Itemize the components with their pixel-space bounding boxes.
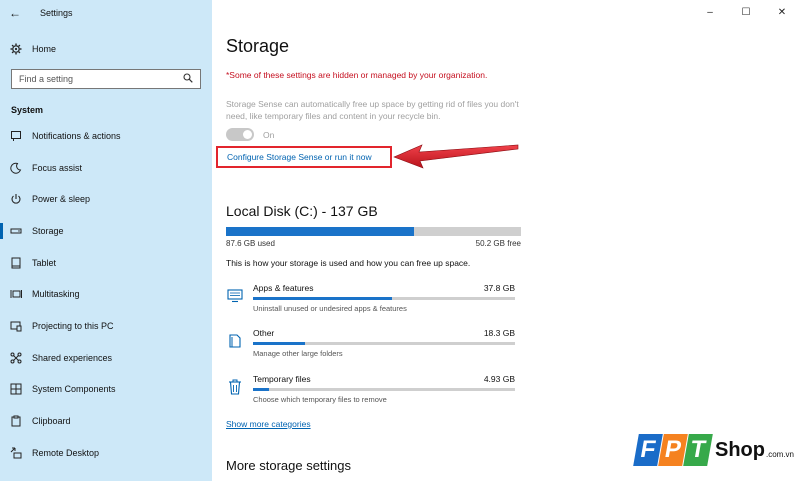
sidebar-item-system-components[interactable]: System Components: [0, 374, 212, 406]
trash-icon: [226, 378, 244, 396]
category-bar-fill: [253, 342, 306, 345]
projecting-icon: [0, 320, 32, 332]
sidebar-item-label: Tablet: [32, 257, 57, 268]
sidebar-item-shared-experiences[interactable]: Shared experiences: [0, 342, 212, 374]
category-description: Uninstall unused or undesired apps & fea…: [253, 304, 407, 313]
sidebar-item-label: Remote Desktop: [32, 447, 100, 458]
category-apps-features[interactable]: Apps & features 37.8 GB Uninstall unused…: [226, 283, 521, 319]
category-bar: [253, 388, 515, 391]
sidebar-item-label: Shared experiences: [32, 352, 113, 363]
back-arrow-icon: ←: [9, 6, 21, 20]
sidebar-item-label: Projecting to this PC: [32, 320, 114, 331]
search-icon[interactable]: [183, 73, 193, 85]
shared-experiences-icon: [0, 352, 32, 364]
main-panel: – ☐ ✕ Storage *Some of these settings ar…: [212, 0, 800, 481]
tablet-icon: [0, 257, 32, 269]
storage-drive-icon: [0, 225, 32, 237]
sidebar-nav: Notifications & actions Focus assist Pow…: [0, 120, 212, 469]
back-button[interactable]: ←: [0, 0, 30, 26]
toggle-label: On: [263, 130, 275, 140]
focus-moon-icon: [0, 162, 32, 174]
maximize-button[interactable]: ☐: [728, 0, 764, 24]
disk-title: Local Disk (C:) - 137 GB: [226, 203, 378, 219]
watermark-shop: Shop: [715, 438, 765, 461]
sidebar-item-power-sleep[interactable]: Power & sleep: [0, 183, 212, 215]
sidebar-item-label: Storage: [32, 225, 64, 236]
disk-used-label: 87.6 GB used: [226, 239, 275, 248]
toggle-knob: [243, 130, 252, 139]
sidebar-item-label: Home: [32, 44, 57, 54]
title-bar: ← Settings: [0, 0, 212, 26]
fptshop-watermark-logo: F P T Shop .com.vn: [633, 430, 796, 470]
sidebar-item-label: Clipboard: [32, 416, 71, 427]
remote-desktop-icon: [0, 447, 32, 459]
category-name: Other: [253, 328, 275, 338]
disk-usage-fill: [226, 227, 414, 236]
disk-usage-bar: [226, 227, 521, 236]
highlight-box: Configure Storage Sense or run it now: [216, 146, 392, 168]
category-bar: [253, 342, 515, 345]
sidebar-item-label: Multitasking: [32, 289, 80, 300]
search-input[interactable]: [19, 74, 169, 84]
sidebar-item-label: Power & sleep: [32, 194, 91, 205]
sidebar-item-label: Notifications & actions: [32, 130, 121, 141]
category-size: 37.8 GB: [483, 283, 515, 293]
category-other[interactable]: Other 18.3 GB Manage other large folders: [226, 328, 521, 364]
power-icon: [0, 193, 32, 205]
components-icon: [0, 383, 32, 395]
category-description: Choose which temporary files to remove: [253, 395, 387, 404]
category-bar: [253, 297, 515, 300]
window-controls: – ☐ ✕: [692, 0, 800, 26]
category-temporary-files[interactable]: Temporary files 4.93 GB Choose which tem…: [226, 374, 521, 410]
sidebar-item-label: Focus assist: [32, 162, 83, 173]
category-size: 4.93 GB: [483, 374, 515, 384]
close-button[interactable]: ✕: [764, 0, 800, 24]
sidebar-item-multitasking[interactable]: Multitasking: [0, 278, 212, 310]
search-box[interactable]: [11, 69, 201, 89]
sidebar-item-focus-assist[interactable]: Focus assist: [0, 152, 212, 184]
notifications-icon: [0, 130, 32, 142]
org-warning: *Some of these settings are hidden or ma…: [226, 70, 488, 80]
configure-storage-sense-link[interactable]: Configure Storage Sense or run it now: [227, 152, 372, 162]
watermark-letter-t: T: [683, 434, 713, 466]
app-title: Settings: [40, 8, 73, 18]
clipboard-icon: [0, 415, 32, 427]
category-name: Temporary files: [253, 374, 311, 384]
category-size: 18.3 GB: [483, 328, 515, 338]
show-more-categories-link[interactable]: Show more categories: [226, 419, 311, 429]
apps-monitor-icon: [226, 287, 244, 305]
sidebar-item-label: System Components: [32, 384, 116, 395]
sidebar-item-home[interactable]: Home: [0, 38, 212, 60]
category-name: Apps & features: [253, 283, 314, 293]
more-storage-settings-heading: More storage settings: [226, 458, 352, 473]
category-bar-fill: [253, 297, 392, 300]
storage-sense-toggle[interactable]: [226, 128, 254, 141]
sidebar-item-notifications[interactable]: Notifications & actions: [0, 120, 212, 152]
disk-info-text: This is how your storage is used and how…: [226, 258, 471, 268]
sidebar-item-projecting[interactable]: Projecting to this PC: [0, 310, 212, 342]
watermark-domain: .com.vn: [766, 449, 795, 459]
disk-free-label: 50.2 GB free: [475, 239, 521, 248]
other-files-icon: [226, 332, 244, 350]
category-description: Manage other large folders: [253, 349, 343, 358]
sidebar-section-heading: System: [11, 105, 44, 115]
page-title: Storage: [226, 36, 290, 56]
annotation-arrow-icon: [393, 144, 519, 169]
storage-sense-description: Storage Sense can automatically free up …: [226, 99, 519, 121]
sidebar-item-tablet[interactable]: Tablet: [0, 247, 212, 279]
sidebar: ← Settings Home System Notifications & a…: [0, 0, 212, 481]
category-bar-fill: [253, 388, 269, 391]
minimize-button[interactable]: –: [692, 0, 728, 24]
sidebar-item-storage[interactable]: Storage: [0, 215, 212, 247]
gear-icon: [0, 43, 32, 55]
sidebar-item-remote-desktop[interactable]: Remote Desktop: [0, 437, 212, 469]
sidebar-item-clipboard[interactable]: Clipboard: [0, 405, 212, 437]
multitasking-icon: [0, 288, 32, 300]
